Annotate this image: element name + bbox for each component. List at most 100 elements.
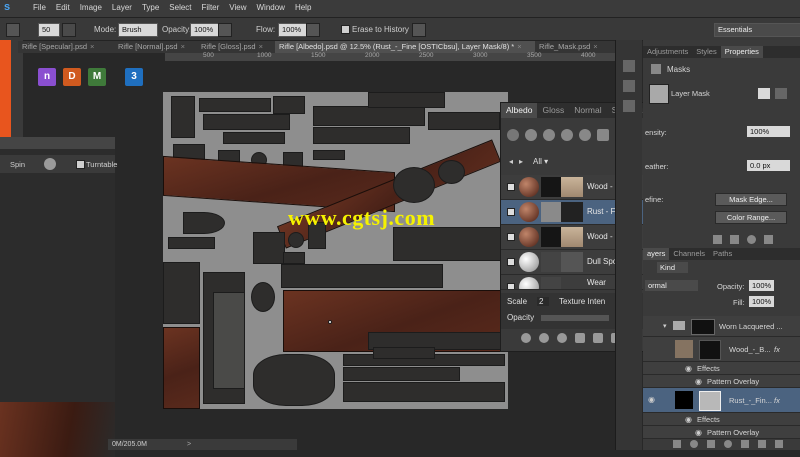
app-icon-m[interactable]: M: [88, 68, 106, 86]
material-checkbox[interactable]: [507, 233, 515, 241]
tab-paths[interactable]: Paths: [709, 248, 736, 260]
add-style-icon[interactable]: [690, 440, 698, 448]
next-arrow-icon[interactable]: ▸: [519, 157, 523, 166]
layer-fx-icon[interactable]: fx: [774, 396, 780, 405]
material-checkbox[interactable]: [507, 183, 515, 191]
fill-field[interactable]: 100%: [749, 296, 774, 307]
load-material-icon[interactable]: [525, 129, 537, 141]
layer-row[interactable]: Wood_-_B... fx: [643, 337, 800, 362]
tab-albedo[interactable]: Albedo: [501, 103, 538, 118]
tab-layers[interactable]: ayers: [643, 248, 670, 260]
add-mask-icon[interactable]: [707, 440, 715, 448]
load-selection-icon[interactable]: [713, 235, 722, 244]
apply-mask-icon[interactable]: [730, 235, 739, 244]
layer-opacity-field[interactable]: 100%: [749, 280, 774, 291]
menu-type[interactable]: Type: [137, 3, 164, 12]
pressure-size-icon[interactable]: [412, 23, 426, 37]
effect-eye-icon[interactable]: ◉: [695, 377, 702, 386]
env-sphere-icon[interactable]: [44, 158, 56, 170]
info-panel-icon[interactable]: [623, 100, 635, 112]
tab-rifle-normal[interactable]: Rifle [Normal].psd ×: [114, 41, 199, 53]
delete-layer-icon[interactable]: [775, 440, 783, 448]
import-icon[interactable]: [507, 129, 519, 141]
scale-field[interactable]: 2: [537, 297, 549, 306]
effects-row[interactable]: ◉ Effects: [643, 413, 800, 426]
tab-styles[interactable]: Styles: [692, 46, 720, 58]
history-panel-icon[interactable]: [623, 60, 635, 72]
folder-action-icon[interactable]: [593, 333, 603, 343]
layer-eye-icon[interactable]: ◉: [648, 395, 655, 404]
turntable-checkbox[interactable]: [76, 160, 85, 169]
app-icon-n[interactable]: n: [38, 68, 56, 86]
material-action-icon[interactable]: [557, 333, 567, 343]
spin-select[interactable]: Spin: [10, 160, 25, 169]
mask-edge-button[interactable]: Mask Edge...: [715, 193, 787, 206]
eraser-tool-icon[interactable]: [6, 23, 20, 37]
uv-texture-canvas[interactable]: [163, 92, 508, 409]
menu-image[interactable]: Image: [75, 3, 107, 12]
menu-select[interactable]: Select: [164, 3, 196, 12]
material-checkbox[interactable]: [507, 208, 515, 216]
brush-material-icon[interactable]: [579, 129, 591, 141]
density-field[interactable]: 100%: [747, 126, 790, 137]
3d-rifle-preview[interactable]: [0, 402, 115, 457]
tab-adjustments[interactable]: Adjustments: [643, 46, 692, 58]
opacity-field[interactable]: 100%: [190, 23, 220, 37]
mode-select[interactable]: Brush: [118, 23, 158, 37]
airbrush-icon[interactable]: [306, 23, 320, 37]
feather-field[interactable]: 0.0 px: [747, 160, 790, 171]
adjustment-layer-icon[interactable]: [724, 440, 732, 448]
menu-window[interactable]: Window: [252, 3, 290, 12]
link-layers-icon[interactable]: [673, 440, 681, 448]
sphere-action-icon[interactable]: [521, 333, 531, 343]
tab-rifle-mask[interactable]: Rifle_Mask.psd ×: [535, 41, 620, 53]
effect-row[interactable]: ◉ Pattern Overlay: [643, 375, 800, 388]
app-icon-3[interactable]: 3: [125, 68, 143, 86]
layer-fx-icon[interactable]: fx: [774, 345, 780, 354]
tab-gloss[interactable]: Gloss: [537, 103, 569, 118]
link-material-icon[interactable]: [543, 129, 555, 141]
brush-action-icon[interactable]: [575, 333, 585, 343]
effect-eye-icon[interactable]: ◉: [685, 364, 692, 373]
tab-channels[interactable]: Channels: [669, 248, 709, 260]
effects-row[interactable]: ◉ Effects: [643, 362, 800, 375]
effect-eye-icon[interactable]: ◉: [695, 428, 702, 437]
flow-field[interactable]: 100%: [278, 23, 308, 37]
new-group-icon[interactable]: [741, 440, 749, 448]
menu-help[interactable]: Help: [290, 3, 316, 12]
opacity-slider[interactable]: [541, 315, 609, 321]
pixel-mask-icon[interactable]: [758, 88, 770, 99]
actions-panel-icon[interactable]: [623, 80, 635, 92]
status-arrow-icon[interactable]: >: [187, 441, 191, 448]
group-expand-icon[interactable]: ▾: [663, 322, 667, 330]
tab-rifle-specular[interactable]: Rifle [Specular].psd ×: [18, 41, 116, 53]
layer-row[interactable]: ▾ Worn Lacquered ...: [643, 316, 800, 337]
vector-mask-icon[interactable]: [775, 88, 787, 99]
prev-arrow-icon[interactable]: ◂: [509, 157, 513, 166]
tab-properties[interactable]: Properties: [720, 46, 763, 58]
new-layer-icon[interactable]: [758, 440, 766, 448]
delete-mask-icon[interactable]: [764, 235, 773, 244]
material-checkbox[interactable]: [507, 283, 515, 289]
effect-eye-icon[interactable]: ◉: [685, 415, 692, 424]
menu-layer[interactable]: Layer: [107, 3, 137, 12]
sphere-preview-icon[interactable]: [561, 129, 573, 141]
app-icon-d[interactable]: D: [63, 68, 81, 86]
opacity-pressure-icon[interactable]: [218, 23, 232, 37]
effect-row[interactable]: ◉ Pattern Overlay: [643, 426, 800, 439]
menu-edit[interactable]: Edit: [51, 3, 75, 12]
menu-file[interactable]: File: [28, 3, 51, 12]
brush-panel-icon[interactable]: [62, 23, 76, 37]
layer-filter-select[interactable]: Kind: [657, 262, 688, 273]
tab-normal[interactable]: Normal: [569, 103, 606, 118]
workspace-select[interactable]: Essentials: [714, 23, 800, 37]
color-range-button[interactable]: Color Range...: [715, 211, 787, 224]
fill-action-icon[interactable]: [539, 333, 549, 343]
blend-mode-select[interactable]: ormal: [645, 280, 698, 291]
mask-visibility-icon[interactable]: [747, 235, 756, 244]
menu-filter[interactable]: Filter: [197, 3, 225, 12]
tools-panel[interactable]: [11, 40, 23, 140]
menu-view[interactable]: View: [224, 3, 251, 12]
layer-row[interactable]: ◉ Rust_-_Fin... fx: [643, 388, 800, 413]
filter-select[interactable]: All ▾: [533, 157, 548, 166]
